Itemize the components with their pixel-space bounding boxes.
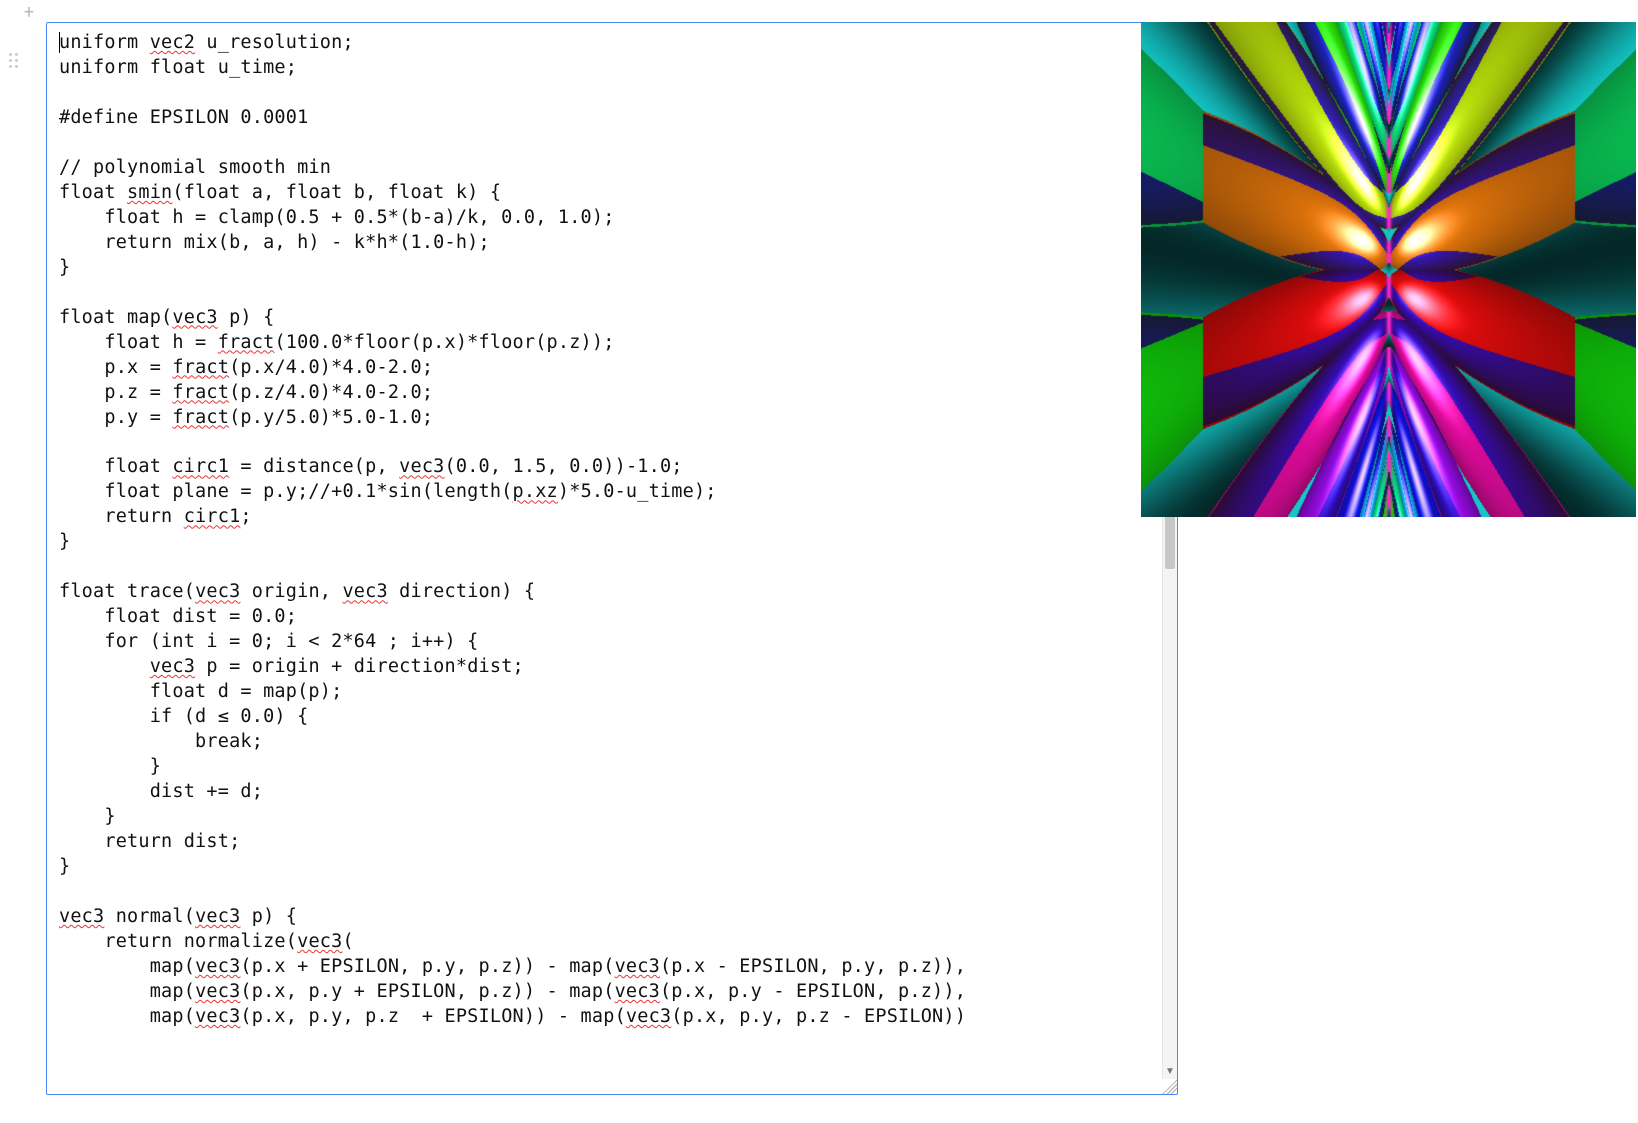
plus-icon: +: [24, 2, 34, 23]
scroll-down-icon[interactable]: ▼: [1163, 1064, 1177, 1079]
resize-handle[interactable]: [1162, 1079, 1177, 1094]
cell-drag-handle[interactable]: [6, 48, 20, 72]
add-cell-button[interactable]: +: [20, 4, 38, 22]
code-editor[interactable]: uniform vec2 u_resolution; uniform float…: [47, 23, 1177, 1094]
code-cell: uniform vec2 u_resolution; uniform float…: [46, 22, 1178, 1095]
code-editor-wrap: uniform vec2 u_resolution; uniform float…: [47, 23, 1177, 1094]
shader-preview-canvas: [1141, 22, 1636, 517]
